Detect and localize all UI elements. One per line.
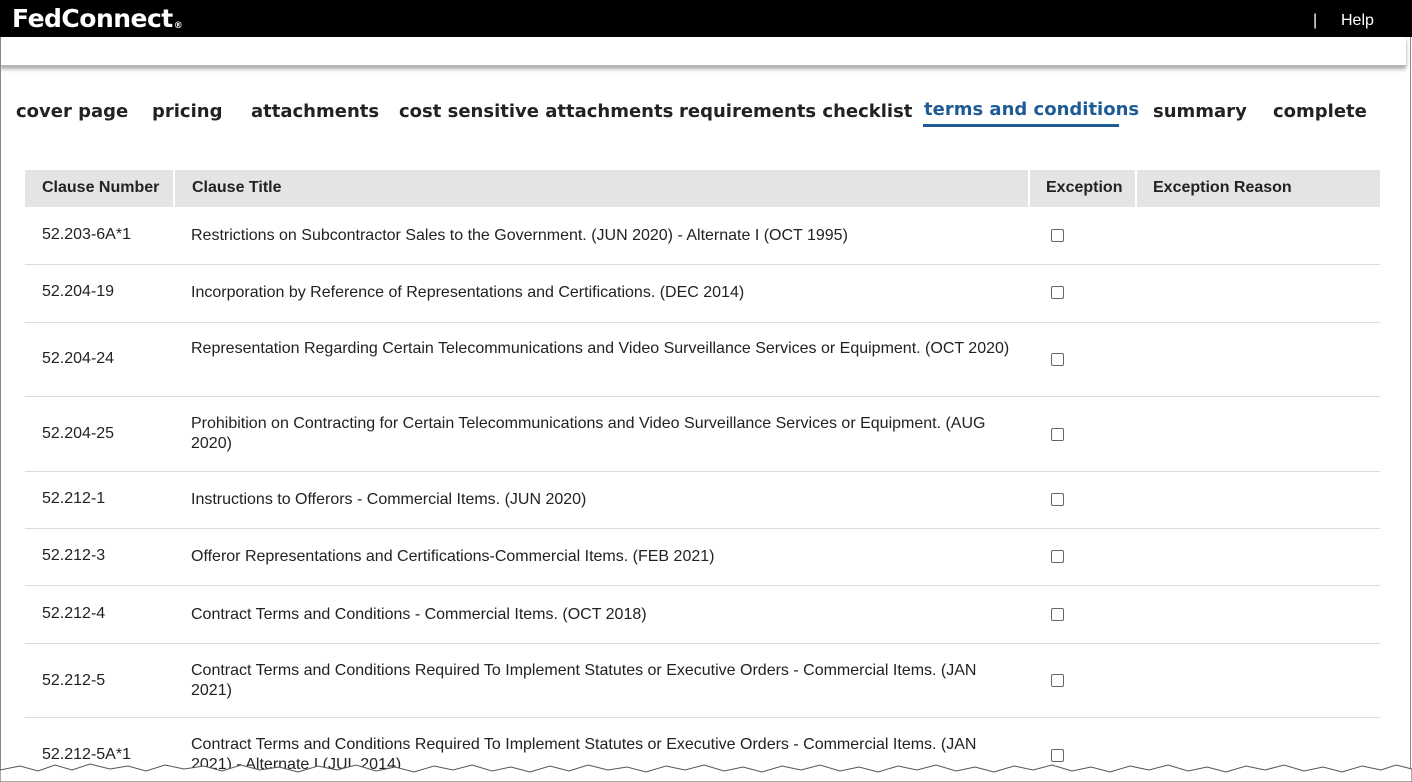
column-header-exception[interactable]: Exception — [1029, 170, 1122, 207]
tab-terms-and-conditions[interactable]: terms and conditions — [924, 99, 1139, 120]
tab-cover-page[interactable]: cover page — [16, 101, 128, 122]
table-row: 52.212-4 Contract Terms and Conditions -… — [25, 586, 1380, 644]
exception-checkbox[interactable] — [1051, 353, 1064, 366]
clause-title: Incorporation by Reference of Representa… — [191, 284, 745, 301]
exception-checkbox[interactable] — [1051, 674, 1064, 687]
help-link[interactable]: Help — [1341, 12, 1374, 30]
tab-complete[interactable]: complete — [1273, 101, 1367, 122]
clause-title: Offeror Representations and Certificatio… — [191, 548, 715, 565]
clause-number: 52.203-6A*1 — [42, 226, 131, 243]
active-tab-indicator — [923, 124, 1119, 127]
header-separator: | — [1313, 12, 1318, 29]
clause-number: 52.204-24 — [42, 350, 115, 367]
table-row: 52.204-25 Prohibition on Contracting for… — [25, 397, 1380, 472]
column-header-clause-title[interactable]: Clause Title — [175, 170, 282, 207]
exception-checkbox[interactable] — [1051, 493, 1064, 506]
table-row: 52.204-24 Representation Regarding Certa… — [25, 323, 1380, 397]
clause-title: Instructions to Offerors - Commercial It… — [191, 491, 587, 508]
clause-number: 52.212-3 — [42, 547, 106, 564]
window-border-left — [0, 37, 1, 782]
clause-title: Prohibition on Contracting for Certain T… — [191, 415, 986, 452]
tab-summary[interactable]: summary — [1153, 101, 1247, 122]
clause-number: 52.204-25 — [42, 425, 115, 442]
clauses-table: Clause Number Clause Title Exception Exc… — [25, 170, 1380, 782]
window-border-right — [1410, 37, 1411, 782]
fedconnect-logo[interactable]: FedConnect® — [12, 4, 183, 33]
tab-requirements-checklist[interactable]: requirements checklist — [679, 101, 912, 122]
exception-checkbox[interactable] — [1051, 286, 1064, 299]
clause-title: Contract Terms and Conditions Required T… — [191, 662, 977, 699]
table-row: 52.203-6A*1 Restrictions on Subcontracto… — [25, 207, 1380, 265]
clause-number: 52.212-4 — [42, 605, 106, 622]
exception-checkbox[interactable] — [1051, 229, 1064, 242]
column-header-exception-reason[interactable]: Exception Reason — [1136, 170, 1292, 207]
exception-checkbox[interactable] — [1051, 428, 1064, 441]
exception-checkbox[interactable] — [1051, 608, 1064, 621]
registered-mark: ® — [173, 21, 183, 31]
tab-pricing[interactable]: pricing — [152, 101, 222, 122]
table-row: 52.204-19 Incorporation by Reference of … — [25, 265, 1380, 323]
table-row: 52.212-1 Instructions to Offerors - Comm… — [25, 472, 1380, 529]
exception-checkbox[interactable] — [1051, 550, 1064, 563]
clause-number: 52.212-5 — [42, 672, 106, 689]
sub-header-bar — [0, 37, 1406, 66]
table-row: 52.212-3 Offeror Representations and Cer… — [25, 529, 1380, 586]
column-header-clause-number[interactable]: Clause Number — [25, 170, 159, 207]
tab-cost-sensitive-attachments[interactable]: cost sensitive attachments — [399, 101, 673, 122]
table-header: Clause Number Clause Title Exception Exc… — [25, 170, 1380, 207]
clause-title: Representation Regarding Certain Telecom… — [191, 340, 1010, 357]
torn-edge — [0, 763, 1412, 782]
clause-number: 52.204-19 — [42, 283, 115, 300]
clause-title: Contract Terms and Conditions - Commerci… — [191, 606, 647, 623]
clause-title: Restrictions on Subcontractor Sales to t… — [191, 227, 848, 244]
tab-attachments[interactable]: attachments — [251, 101, 379, 122]
top-bar: FedConnect® | Help — [0, 0, 1412, 37]
table-row: 52.212-5 Contract Terms and Conditions R… — [25, 644, 1380, 718]
tab-navigation: cover page pricing attachments cost sens… — [0, 99, 1412, 131]
clause-number: 52.212-1 — [42, 490, 106, 507]
